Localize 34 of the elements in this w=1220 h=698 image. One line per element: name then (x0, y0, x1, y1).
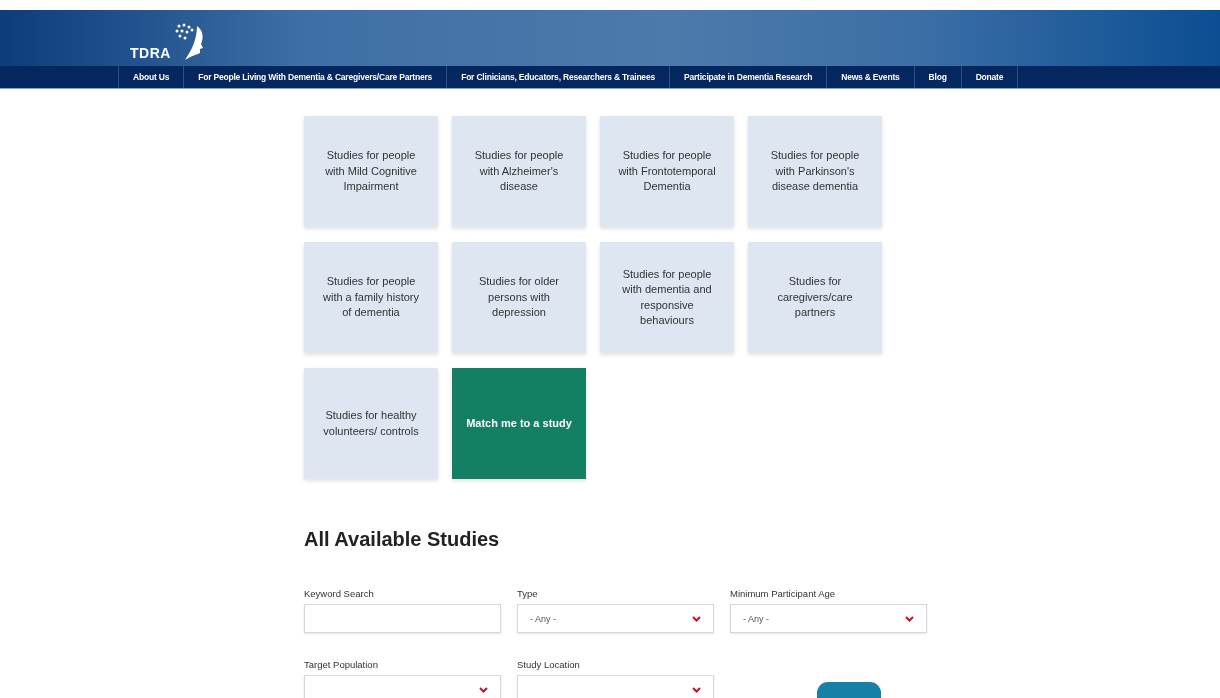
field-label: Type (517, 588, 539, 599)
nav-link[interactable]: For Clinicians, Educators, Researchers & Trainees (446, 66, 669, 88)
chevron-down-icon (692, 686, 701, 693)
nav-link[interactable]: Participate in Dementia Research (668, 66, 827, 88)
chevron-down-icon (905, 615, 914, 622)
chevron-down-icon (479, 686, 488, 693)
nav-link[interactable]: News & Events (826, 66, 914, 88)
text-field[interactable] (304, 604, 501, 633)
category-tile[interactable]: Studies for people with a family history of dementia (304, 242, 438, 353)
nav-link[interactable]: Blog (913, 66, 961, 88)
nav-link[interactable]: For People Living With Dementia & Caregivers/Care Partners (183, 66, 447, 88)
category-tile[interactable]: Studies for people with dementia and responsive behaviours (600, 242, 734, 353)
select-field[interactable] (517, 675, 714, 698)
logo-text[interactable]: TDRA (130, 46, 171, 60)
select-field[interactable] (304, 675, 501, 698)
category-tile[interactable]: Studies for caregivers/care partners (748, 242, 882, 353)
field-label: Study Location (517, 659, 581, 670)
field-label: Target Population (304, 659, 379, 670)
category-tile[interactable]: Studies for healthy volunteers/ controls (304, 368, 438, 479)
select-field[interactable]: - Any - (517, 604, 714, 633)
section-heading: All Available Studies (304, 529, 501, 549)
field-label: Minimum Participant Age (730, 588, 837, 599)
field-label: Keyword Search (304, 588, 375, 599)
chevron-down-icon (692, 615, 701, 622)
category-tile[interactable]: Studies for people with Parkinson's disease dementia (748, 116, 882, 227)
category-tile[interactable]: Studies for people with Alzheimer's disease (452, 116, 586, 227)
nav-link[interactable]: About Us (119, 66, 184, 88)
category-tile[interactable]: Studies for older persons with depression (452, 242, 586, 353)
category-tile[interactable]: Studies for people with Mild Cognitive Impairment (304, 116, 438, 227)
select-field[interactable]: - Any - (730, 604, 927, 633)
nav-link[interactable]: Donate (960, 66, 1018, 88)
category-tile[interactable]: Studies for people with Frontotemporal Dementia (600, 116, 734, 227)
match-button[interactable]: Match me to a study (452, 368, 586, 479)
search-button[interactable] (816, 682, 881, 698)
